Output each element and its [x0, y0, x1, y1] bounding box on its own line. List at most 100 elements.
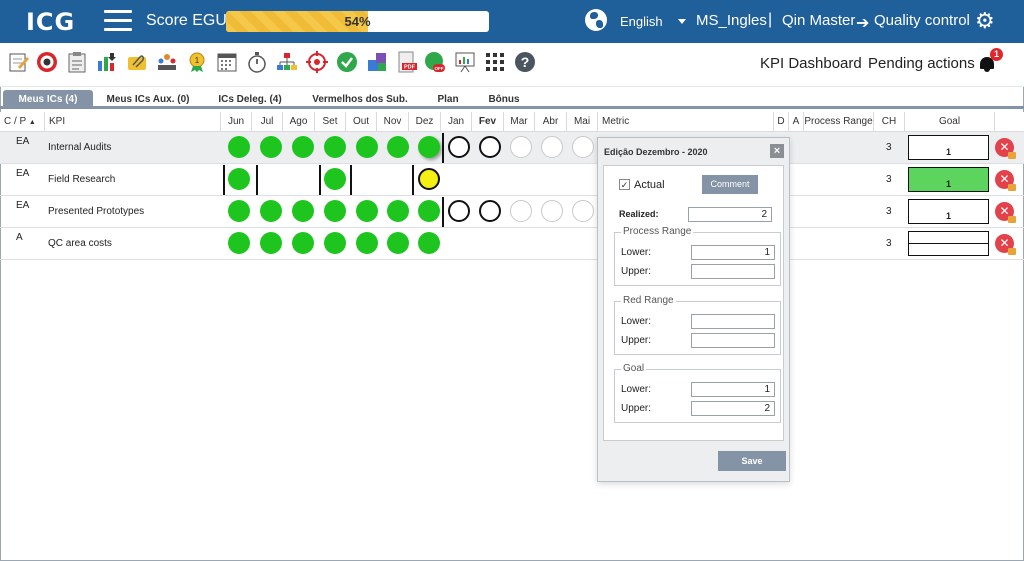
- goal-cell[interactable]: 1: [908, 199, 989, 224]
- status-dot-yellow[interactable]: [418, 168, 440, 190]
- status-dot-empty[interactable]: [572, 200, 594, 222]
- status-dot-empty[interactable]: [541, 200, 563, 222]
- crosshair-icon[interactable]: [306, 51, 328, 73]
- status-dot-pending[interactable]: [448, 200, 470, 222]
- comment-button[interactable]: Comment: [702, 175, 758, 194]
- status-dot-empty[interactable]: [510, 136, 532, 158]
- status-dot-green[interactable]: [324, 200, 346, 222]
- tab-bonus[interactable]: Bônus: [478, 90, 530, 109]
- chevron-down-icon[interactable]: [678, 19, 686, 24]
- actual-checkbox[interactable]: ✓: [619, 179, 630, 190]
- chart-down-icon[interactable]: [96, 51, 118, 73]
- row-kpi[interactable]: QC area costs: [48, 238, 112, 249]
- process-lower-input[interactable]: 1: [691, 245, 775, 260]
- attach-icon[interactable]: [126, 51, 148, 73]
- realized-input[interactable]: 2: [688, 207, 772, 222]
- goal-cell[interactable]: 1: [908, 167, 989, 192]
- breadcrumb-current[interactable]: Quality control: [874, 12, 970, 29]
- status-dot-empty[interactable]: [510, 200, 532, 222]
- status-dot-green[interactable]: [292, 200, 314, 222]
- breadcrumb-parent[interactable]: Qin Master: [782, 12, 855, 29]
- tab-ics-deleg[interactable]: ICs Deleg. (4): [210, 90, 290, 109]
- header-month: Ago: [282, 112, 314, 132]
- status-dot-green[interactable]: [387, 232, 409, 254]
- status-dot-green[interactable]: [324, 232, 346, 254]
- language-selector[interactable]: English: [620, 14, 663, 29]
- month-divider: [442, 133, 444, 163]
- edit-icon[interactable]: [8, 51, 30, 73]
- goal-group: Goal Lower: 1 Upper: 2: [614, 363, 781, 423]
- status-dot-empty[interactable]: [572, 136, 594, 158]
- status-dot-green[interactable]: [324, 136, 346, 158]
- status-dot-green[interactable]: [418, 232, 440, 254]
- calendar-icon[interactable]: [216, 51, 238, 73]
- status-dot-green[interactable]: [228, 136, 250, 158]
- toggle-off-icon[interactable]: OFF: [424, 51, 446, 73]
- goal-cell[interactable]: [908, 231, 989, 256]
- check-circle-icon[interactable]: [336, 51, 358, 73]
- close-icon[interactable]: ×: [770, 144, 784, 158]
- status-dot-green[interactable]: [228, 168, 250, 190]
- table-row[interactable]: EA Field Research 3 1 ✕: [0, 164, 1024, 196]
- presentation-icon[interactable]: [454, 51, 476, 73]
- award-icon[interactable]: 1: [186, 51, 208, 73]
- help-icon[interactable]: ?: [514, 51, 536, 73]
- table-row[interactable]: A QC area costs 3 ✕: [0, 228, 1024, 260]
- process-lower-label: Lower:: [621, 247, 652, 258]
- globe-icon[interactable]: [585, 9, 607, 31]
- menu-icon[interactable]: [104, 10, 132, 32]
- status-dot-green[interactable]: [356, 136, 378, 158]
- status-dot-green[interactable]: [387, 136, 409, 158]
- kpi-dashboard-link[interactable]: KPI Dashboard: [760, 55, 862, 72]
- gear-icon[interactable]: ⚙: [975, 10, 995, 32]
- status-dot-green[interactable]: [418, 136, 440, 158]
- pdf-icon[interactable]: PDF: [396, 51, 418, 73]
- row-cp: EA: [16, 200, 30, 211]
- tab-plan[interactable]: Plan: [428, 90, 468, 109]
- clipboard-icon[interactable]: [66, 51, 88, 73]
- status-dot-green[interactable]: [260, 136, 282, 158]
- status-dot-green[interactable]: [387, 200, 409, 222]
- status-dot-green[interactable]: [292, 232, 314, 254]
- sort-up-icon[interactable]: ▲: [29, 119, 36, 126]
- status-dot-green[interactable]: [356, 200, 378, 222]
- user-name[interactable]: MS_Ingles: [696, 12, 767, 29]
- table-row[interactable]: EA Presented Prototypes 3 1 ✕: [0, 196, 1024, 228]
- grid-icon[interactable]: [484, 51, 506, 73]
- goal-lower-input[interactable]: 1: [691, 382, 775, 397]
- process-upper-input[interactable]: [691, 264, 775, 279]
- save-button[interactable]: Save: [718, 451, 786, 471]
- status-dot-green[interactable]: [260, 232, 282, 254]
- header-kpi[interactable]: KPI: [44, 112, 220, 132]
- table-row[interactable]: EA Internal Audits 3 1 ✕: [0, 132, 1024, 164]
- row-kpi[interactable]: Presented Prototypes: [48, 206, 144, 217]
- status-dot-green[interactable]: [324, 168, 346, 190]
- header-cp[interactable]: C / P ▲: [0, 112, 44, 132]
- status-dot-green[interactable]: [228, 232, 250, 254]
- status-dot-empty[interactable]: [541, 136, 563, 158]
- row-kpi[interactable]: Field Research: [48, 174, 115, 185]
- status-dot-green[interactable]: [418, 200, 440, 222]
- goal-cell[interactable]: 1: [908, 135, 989, 160]
- target-icon[interactable]: [36, 51, 58, 73]
- hierarchy-icon[interactable]: [276, 51, 298, 73]
- goal-value: 1: [945, 147, 951, 157]
- team-icon[interactable]: [156, 51, 178, 73]
- status-dot-pending[interactable]: [479, 136, 501, 158]
- stopwatch-icon[interactable]: [246, 51, 268, 73]
- status-dot-green[interactable]: [228, 200, 250, 222]
- tab-vermelhos-sub[interactable]: Vermelhos dos Sub.: [305, 90, 415, 109]
- status-dot-green[interactable]: [356, 232, 378, 254]
- red-upper-input[interactable]: [691, 333, 775, 348]
- goal-upper-input[interactable]: 2: [691, 401, 775, 416]
- status-dot-green[interactable]: [260, 200, 282, 222]
- pending-actions-link[interactable]: Pending actions: [868, 55, 975, 72]
- row-kpi[interactable]: Internal Audits: [48, 142, 111, 153]
- status-dot-pending[interactable]: [479, 200, 501, 222]
- red-lower-input[interactable]: [691, 314, 775, 329]
- tab-meus-ics[interactable]: Meus ICs (4): [3, 90, 93, 109]
- puzzle-icon[interactable]: [366, 51, 388, 73]
- tab-meus-ics-aux[interactable]: Meus ICs Aux. (0): [100, 90, 196, 109]
- status-dot-green[interactable]: [292, 136, 314, 158]
- status-dot-pending[interactable]: [448, 136, 470, 158]
